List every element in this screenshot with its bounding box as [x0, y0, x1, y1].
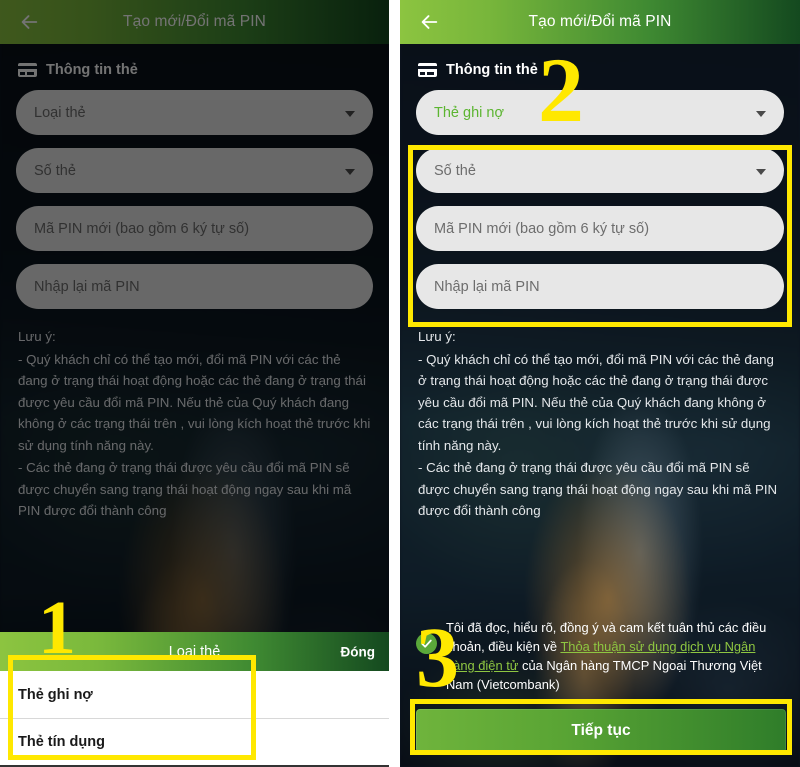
- right-phone-screen: Tạo mới/Đổi mã PIN Thông tin thẻ Thẻ ghi…: [400, 0, 800, 767]
- arrow-left-icon: [418, 11, 440, 33]
- check-circle-icon[interactable]: [416, 633, 437, 655]
- sheet-option-credit-label: Thẻ tín dụng: [18, 734, 105, 750]
- left-phone-screen: Tạo mới/Đổi mã PIN Thông tin thẻ Loại th…: [0, 0, 389, 767]
- terms-text: Tôi đã đọc, hiểu rõ, đồng ý và cam kết t…: [446, 617, 786, 695]
- note-line-1-right: - Quý khách chỉ có thể tạo mới, đổi mã P…: [418, 351, 774, 453]
- back-button-right[interactable]: [412, 5, 446, 39]
- note-block-right: Lưu ý: - Quý khách chỉ có thể tạo mới, đ…: [416, 322, 784, 522]
- new-pin-input-right[interactable]: Mã PIN mới (bao gồm 6 ký tự số): [416, 206, 784, 251]
- chevron-down-icon: [756, 168, 766, 175]
- card-number-select-right-text: Số thẻ: [434, 162, 476, 179]
- card-info-label-right: Thông tin thẻ: [446, 62, 538, 78]
- bottom-sheet-header: Loại thẻ Đóng: [0, 632, 389, 671]
- card-type-bottom-sheet: Loại thẻ Đóng Thẻ ghi nợ Thẻ tín dụng: [0, 632, 389, 767]
- sheet-option-debit-label: Thẻ ghi nợ: [18, 686, 93, 703]
- list-item[interactable]: Thẻ tín dụng: [0, 719, 389, 767]
- bottom-sheet-title: Loại thẻ: [168, 643, 221, 660]
- bottom-sheet-close-button[interactable]: Đóng: [341, 644, 376, 659]
- panel-divider: [389, 0, 400, 767]
- right-form-body: Thông tin thẻ Thẻ ghi nợ Số thẻ Mã PIN m…: [400, 44, 800, 522]
- cta-container: Tiếp tục: [416, 709, 786, 753]
- list-item[interactable]: Thẻ ghi nợ: [0, 671, 389, 719]
- confirm-pin-input-right[interactable]: Nhập lại mã PIN: [416, 264, 784, 309]
- chevron-down-icon: [756, 110, 766, 117]
- card-type-select-right-value: Thẻ ghi nợ: [434, 104, 504, 121]
- page-title-right: Tạo mới/Đổi mã PIN: [528, 13, 672, 30]
- note-heading-right: Lưu ý:: [418, 329, 456, 344]
- note-line-2-right: - Các thẻ đang ở trạng thái được yêu cầu…: [418, 460, 778, 519]
- continue-button[interactable]: Tiếp tục: [416, 709, 786, 753]
- card-type-select-right[interactable]: Thẻ ghi nợ: [416, 90, 784, 135]
- app-header-right: Tạo mới/Đổi mã PIN: [400, 0, 800, 44]
- terms-agreement-row[interactable]: Tôi đã đọc, hiểu rõ, đồng ý và cam kết t…: [416, 617, 786, 695]
- card-info-section-header-right: Thông tin thẻ: [416, 44, 784, 90]
- screenshot-root: Tạo mới/Đổi mã PIN Thông tin thẻ Loại th…: [0, 0, 800, 767]
- new-pin-input-right-text: Mã PIN mới (bao gồm 6 ký tự số): [434, 220, 650, 237]
- card-number-select-right[interactable]: Số thẻ: [416, 148, 784, 193]
- credit-card-icon: [418, 63, 437, 77]
- confirm-pin-input-right-text: Nhập lại mã PIN: [434, 278, 540, 295]
